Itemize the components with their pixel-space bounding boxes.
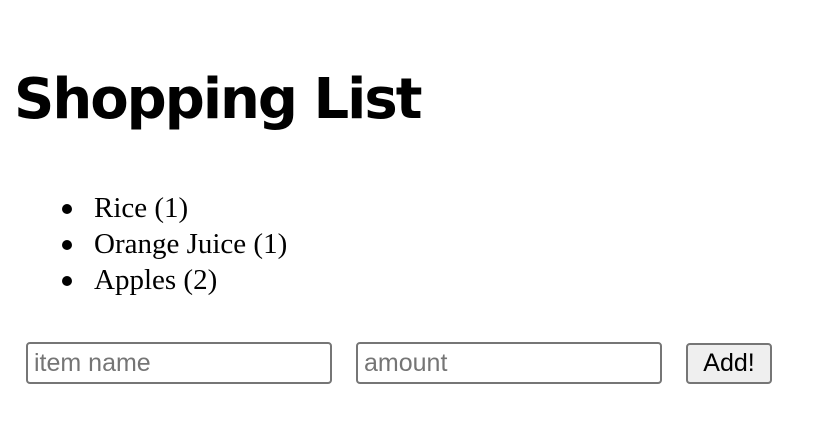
shopping-list: Rice (1) Orange Juice (1) Apples (2) xyxy=(62,190,288,298)
list-item-label: Orange Juice (1) xyxy=(94,228,288,260)
bullet-icon xyxy=(62,240,72,250)
page: Shopping List Rice (1) Orange Juice (1) … xyxy=(0,0,826,430)
list-item: Orange Juice (1) xyxy=(62,226,288,262)
item-name-input[interactable] xyxy=(26,342,332,384)
page-title: Shopping List xyxy=(14,67,422,132)
bullet-icon xyxy=(62,276,72,286)
amount-input[interactable] xyxy=(356,342,662,384)
list-item: Rice (1) xyxy=(62,190,287,226)
add-button[interactable]: Add! xyxy=(686,343,772,384)
list-item-label: Apples (2) xyxy=(94,264,218,296)
bullet-icon xyxy=(62,204,72,214)
list-item-label: Rice (1) xyxy=(94,192,189,224)
list-item: Apples (2) xyxy=(62,262,287,298)
